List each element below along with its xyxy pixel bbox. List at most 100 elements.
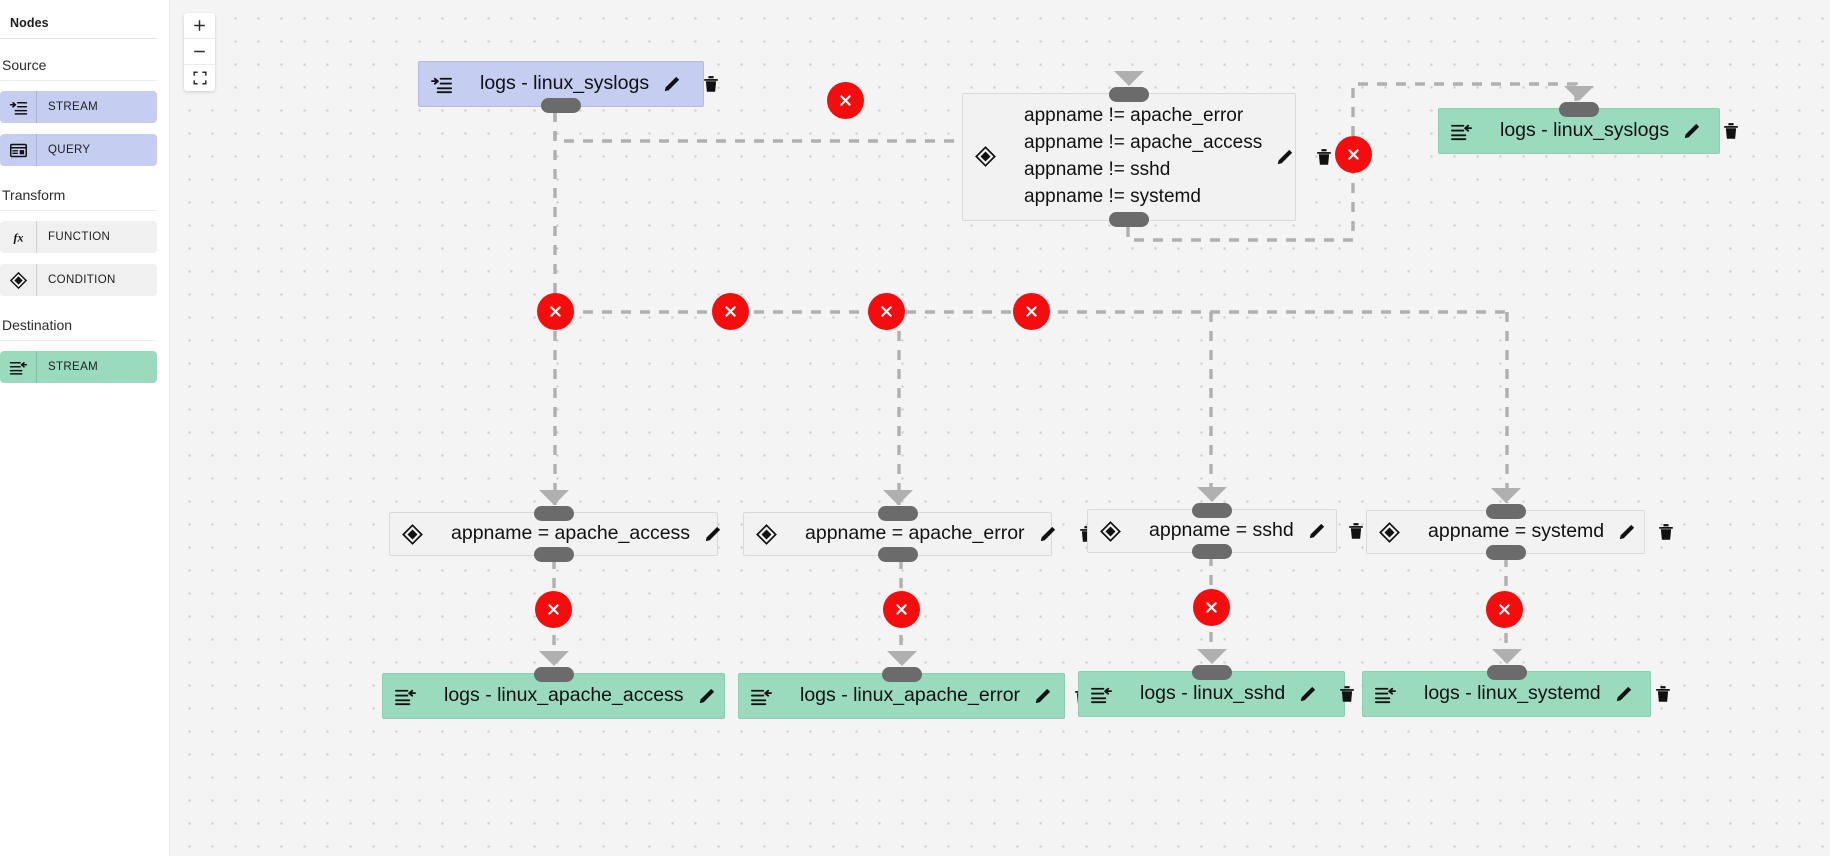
target-handle[interactable]	[533, 667, 574, 682]
node-label: logs - linux_systemd	[1424, 682, 1601, 705]
stream-out-icon	[1363, 672, 1407, 716]
node-label: appname = sshd	[1149, 519, 1294, 542]
palette-group-label-destination: Destination	[2, 317, 73, 333]
palette-group-divider	[0, 340, 157, 341]
close-icon	[1497, 602, 1512, 617]
node-label: logs - linux_apache_access	[444, 684, 684, 707]
flow-node-cond-sshd[interactable]: appname = sshd	[1087, 487, 1363, 559]
target-handle[interactable]	[1559, 102, 1599, 117]
palette-group-label-source: Source	[2, 57, 47, 73]
close-icon	[838, 93, 853, 108]
source-handle[interactable]	[877, 547, 918, 562]
delete-edge-apache-error-to-dest[interactable]	[883, 591, 920, 628]
close-icon	[548, 304, 563, 319]
node-condition-line: appname != systemd	[1024, 185, 1201, 207]
edit-pencil-icon[interactable]	[702, 523, 724, 545]
query-window-icon	[0, 134, 36, 166]
svg-text:fx: fx	[13, 230, 23, 244]
zoom-out-button[interactable]	[184, 39, 215, 65]
source-handle[interactable]	[1192, 544, 1232, 559]
flow-canvas[interactable]: logs - linux_syslogsappname != apache_er…	[170, 0, 1830, 856]
trash-icon[interactable]	[1336, 683, 1358, 705]
trash-icon[interactable]	[1655, 521, 1677, 543]
palette-node-label: FUNCTION	[48, 231, 111, 243]
edit-pencil-icon[interactable]	[1274, 146, 1296, 168]
palette-title-divider	[0, 38, 157, 39]
flow-node-cond-not[interactable]: appname != apache_error appname != apache…	[962, 71, 1331, 227]
trash-icon[interactable]	[1313, 146, 1335, 168]
target-handle[interactable]	[877, 506, 918, 521]
trash-icon[interactable]	[1720, 120, 1742, 142]
node-body: appname != apache_error appname != apache…	[1007, 94, 1274, 220]
target-handle[interactable]	[1109, 87, 1149, 102]
stream-out-icon	[1079, 672, 1123, 716]
delete-edge-branch-apache-access[interactable]	[537, 293, 574, 330]
target-handle[interactable]	[1192, 503, 1232, 518]
flow-node-dest-apache-error[interactable]: logs - linux_apache_error	[738, 651, 1089, 719]
edit-pencil-icon[interactable]	[661, 73, 683, 95]
zoom-controls	[184, 13, 215, 91]
node-condition-line: appname != sshd	[1024, 158, 1171, 180]
node-actions	[661, 62, 737, 106]
flow-node-src-syslogs[interactable]: logs - linux_syslogs	[418, 61, 718, 113]
node-actions	[1681, 109, 1757, 153]
target-handle[interactable]	[533, 506, 574, 521]
palette-title: Nodes	[10, 16, 49, 30]
edit-pencil-icon[interactable]	[1297, 683, 1319, 705]
flow-node-dest-systemd[interactable]: logs - linux_systemd	[1362, 649, 1670, 717]
delete-edge-branch-sshd[interactable]	[868, 293, 905, 330]
edge-arrowhead-icon	[1491, 649, 1522, 664]
condition-diamond-icon	[0, 264, 36, 296]
palette-node-source-stream[interactable]: STREAM	[0, 91, 157, 123]
palette-node-destination-stream[interactable]: STREAM	[0, 351, 157, 383]
trash-icon[interactable]	[700, 73, 722, 95]
palette-node-source-query[interactable]: QUERY	[0, 134, 157, 166]
flow-node-dest-apache-access[interactable]: logs - linux_apache_access	[382, 651, 753, 719]
delete-edge-condition-to-dest-syslogs[interactable]	[1335, 136, 1372, 173]
flow-node-cond-apache-access[interactable]: appname = apache_access	[389, 490, 759, 562]
close-icon	[1024, 304, 1039, 319]
condition-diamond-icon	[390, 513, 434, 555]
edge-arrowhead-icon	[1490, 488, 1521, 503]
delete-edge-branch-systemd[interactable]	[1013, 293, 1050, 330]
source-handle[interactable]	[1109, 211, 1149, 227]
node-condition-line: appname != apache_access	[1024, 131, 1263, 153]
source-handle[interactable]	[541, 98, 581, 113]
edit-pencil-icon[interactable]	[1032, 685, 1054, 707]
delete-edge-branch-apache-error[interactable]	[712, 293, 749, 330]
palette-node-label: CONDITION	[48, 274, 116, 286]
edit-pencil-icon[interactable]	[1616, 521, 1638, 543]
palette-node-transform-condition[interactable]: CONDITION	[0, 264, 157, 296]
delete-edge-syslogs-to-condition[interactable]	[827, 82, 864, 119]
flow-node-cond-apache-error[interactable]: appname = apache_error	[743, 490, 1094, 562]
close-icon	[1346, 147, 1361, 162]
target-handle[interactable]	[1191, 665, 1232, 680]
target-handle[interactable]	[881, 667, 922, 682]
target-handle[interactable]	[1485, 504, 1526, 519]
edit-pencil-icon[interactable]	[1037, 523, 1059, 545]
node-label: appname = apache_error	[805, 522, 1025, 545]
delete-edge-sshd-to-dest[interactable]	[1193, 589, 1230, 626]
palette-node-label: STREAM	[48, 361, 99, 373]
trash-icon[interactable]	[1345, 520, 1367, 542]
zoom-in-button[interactable]	[184, 13, 215, 39]
palette-node-label: QUERY	[48, 144, 91, 156]
delete-edge-systemd-to-dest[interactable]	[1486, 591, 1523, 628]
flow-node-dest-syslogs[interactable]: logs - linux_syslogs	[1438, 86, 1738, 154]
delete-edge-apache-access-to-dest[interactable]	[535, 591, 572, 628]
edge-arrowhead-icon	[1196, 649, 1227, 664]
target-handle[interactable]	[1486, 665, 1527, 680]
edit-pencil-icon[interactable]	[696, 685, 718, 707]
edit-pencil-icon[interactable]	[1613, 683, 1635, 705]
function-fx-icon: fx	[0, 221, 36, 253]
edit-pencil-icon[interactable]	[1306, 520, 1328, 542]
fit-view-button[interactable]	[184, 65, 215, 91]
palette-node-transform-function[interactable]: fx FUNCTION	[0, 221, 157, 253]
source-handle[interactable]	[1485, 545, 1526, 560]
trash-icon[interactable]	[1652, 683, 1674, 705]
flow-node-dest-sshd[interactable]: logs - linux_sshd	[1078, 649, 1355, 717]
source-handle[interactable]	[533, 547, 574, 562]
flow-node-cond-systemd[interactable]: appname = systemd	[1366, 488, 1673, 560]
node-label: appname != apache_error appname != apache…	[1024, 94, 1262, 220]
edit-pencil-icon[interactable]	[1681, 120, 1703, 142]
